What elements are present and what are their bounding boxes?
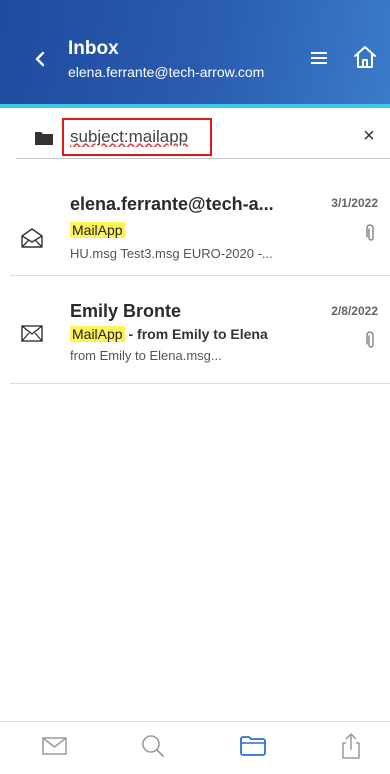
message-date: 3/1/2022 — [331, 196, 378, 210]
chevron-left-icon — [35, 51, 45, 67]
message-preview: from Emily to Elena.msg... — [70, 348, 222, 363]
subject-highlight: MailApp — [70, 326, 125, 342]
back-button[interactable] — [30, 48, 50, 70]
message-subject: MailApp - from Emily to Elena — [70, 326, 268, 342]
mail-icon — [42, 737, 67, 755]
message-subject: MailApp — [70, 222, 125, 238]
paperclip-icon — [366, 224, 376, 242]
envelope-open-icon — [20, 227, 44, 249]
tab-share[interactable] — [336, 732, 366, 760]
bottom-nav-divider — [0, 721, 390, 722]
folder-icon — [240, 736, 266, 756]
page-title: Inbox — [68, 38, 119, 59]
message-date: 2/8/2022 — [331, 304, 378, 318]
hamburger-menu-icon — [311, 52, 327, 64]
search-icon — [142, 735, 164, 757]
tab-folders[interactable] — [238, 732, 268, 760]
subject-rest: - from Emily to Elena — [124, 326, 268, 342]
envelope-closed-icon — [20, 322, 44, 344]
message-preview: HU.msg Test3.msg EURO-2020 -... — [70, 246, 273, 261]
home-button[interactable] — [352, 44, 378, 70]
message-list-item[interactable]: Emily Bronte 2/8/2022 MailApp - from Emi… — [0, 276, 390, 384]
message-sender: Emily Bronte — [70, 301, 182, 321]
search-underline — [16, 158, 390, 159]
subject-highlight: MailApp — [70, 222, 125, 238]
search-input[interactable] — [62, 118, 212, 156]
folder-scope-button[interactable] — [34, 130, 54, 146]
share-icon — [342, 733, 360, 759]
message-sender: elena.ferrante@tech-a... — [70, 194, 274, 214]
clear-search-button[interactable]: × — [360, 126, 378, 146]
paperclip-icon — [366, 331, 376, 349]
tab-mail[interactable] — [40, 732, 70, 760]
home-icon — [354, 46, 376, 68]
divider — [10, 383, 390, 384]
app-header — [0, 0, 390, 104]
tab-search[interactable] — [138, 732, 168, 760]
folder-icon — [35, 132, 53, 145]
account-email: elena.ferrante@tech-arrow.com — [68, 64, 265, 80]
message-list-item[interactable]: elena.ferrante@tech-a... 3/1/2022 MailAp… — [0, 167, 390, 275]
menu-button[interactable] — [310, 50, 328, 66]
